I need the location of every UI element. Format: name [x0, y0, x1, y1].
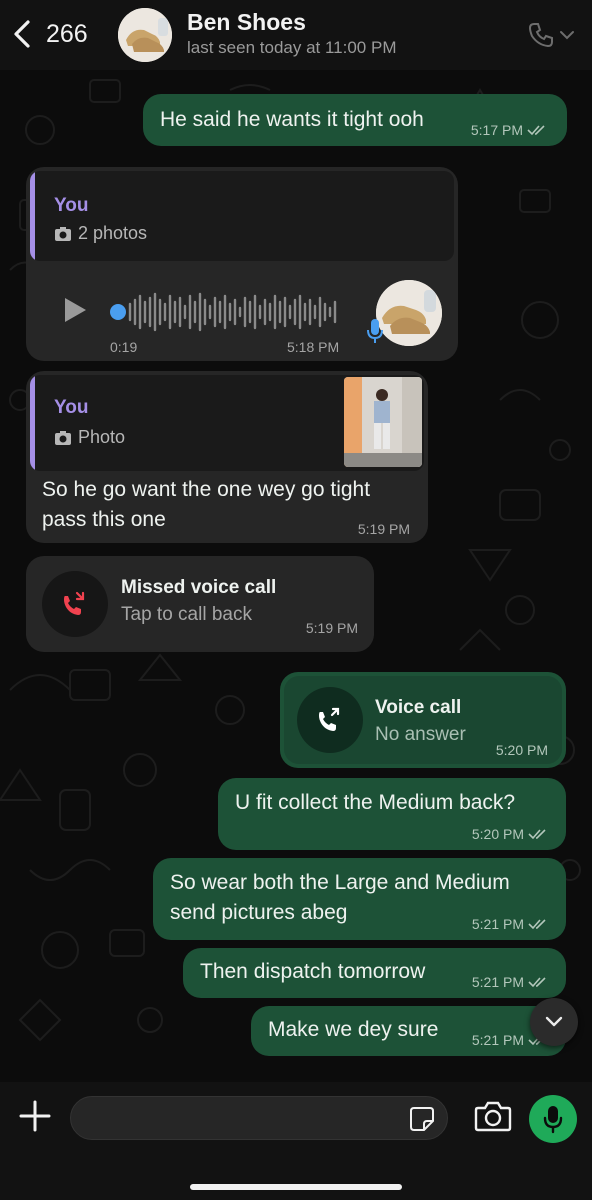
last-seen-status: last seen today at 11:00 PM — [187, 38, 397, 57]
chevron-down-icon[interactable] — [558, 27, 576, 43]
voice-record-button[interactable] — [529, 1095, 577, 1143]
message-text: He said he wants it tight ooh — [160, 108, 424, 131]
quote-author: You — [54, 195, 89, 216]
outgoing-call-bubble[interactable]: Voice call No answer 5:20 PM — [280, 672, 566, 768]
play-icon[interactable] — [62, 296, 88, 324]
outgoing-call-icon-circle — [297, 687, 363, 753]
message-bubble-outgoing[interactable]: Then dispatch tomorrow 5:21 PM — [183, 948, 566, 998]
camera-icon[interactable] — [474, 1099, 512, 1133]
call-subtitle: Tap to call back — [121, 604, 252, 625]
call-title: Missed voice call — [121, 577, 277, 598]
message-time: 5:19 PM — [305, 620, 358, 636]
message-meta: 5:21 PM — [472, 916, 548, 932]
microphone-icon — [367, 319, 383, 343]
message-time: 5:21 PM — [471, 1032, 524, 1048]
voice-sender-avatar — [376, 280, 442, 346]
quote-author: You — [54, 397, 89, 418]
sticker-icon[interactable] — [409, 1106, 435, 1132]
camera-icon — [55, 430, 71, 445]
message-text: Make we dey sure — [268, 1018, 439, 1041]
message-time: 5:21 PM — [471, 916, 524, 932]
voice-waveform[interactable] — [110, 292, 346, 332]
message-meta: 5:20 PM — [472, 826, 548, 842]
voice-duration: 0:19 — [110, 339, 138, 355]
read-ticks-icon — [528, 977, 546, 988]
call-subtitle: No answer — [375, 724, 466, 745]
message-text: U fit collect the Medium back? — [235, 791, 516, 814]
message-time: 5:17 PM — [470, 122, 523, 138]
message-time: 5:20 PM — [471, 826, 524, 842]
chevron-down-icon — [545, 1016, 563, 1027]
call-title: Voice call — [375, 697, 462, 718]
message-bubble-outgoing[interactable]: U fit collect the Medium back? 5:20 PM — [218, 778, 566, 850]
message-time: 5:18 PM — [287, 339, 340, 355]
back-button[interactable]: 266 — [10, 14, 120, 54]
quote-text: Photo — [78, 427, 126, 447]
message-bubble-outgoing[interactable]: He said he wants it tight ooh 5:17 PM — [143, 94, 567, 146]
message-meta: 5:17 PM — [471, 122, 547, 138]
reply-quote[interactable]: You 2 photos — [30, 171, 454, 261]
message-bubble-outgoing[interactable]: Make we dey sure 5:21 PM — [251, 1006, 566, 1056]
reply-quote[interactable]: You Photo — [30, 375, 424, 471]
chevron-left-icon — [14, 20, 30, 48]
read-ticks-icon — [527, 125, 545, 136]
phone-icon[interactable] — [526, 20, 556, 50]
message-time: 5:19 PM — [357, 521, 410, 537]
camera-icon — [55, 226, 71, 241]
message-composer — [0, 1082, 592, 1200]
scroll-to-bottom-button[interactable] — [530, 998, 578, 1046]
missed-call-icon-circle — [42, 571, 108, 637]
plus-icon[interactable] — [18, 1099, 52, 1133]
message-time: 5:21 PM — [471, 974, 524, 990]
quote-text: 2 photos — [78, 223, 148, 243]
home-indicator — [190, 1184, 402, 1190]
quote-accent-bar — [30, 171, 35, 261]
message-time: 5:20 PM — [495, 742, 548, 758]
message-bubble-incoming[interactable]: You Photo So he go want the one wey go t… — [26, 371, 428, 543]
message-meta: 5:21 PM — [472, 974, 548, 990]
message-text: Then dispatch tomorrow — [200, 960, 426, 983]
quote-content: 2 photos — [54, 223, 147, 244]
outgoing-call-icon — [319, 707, 340, 731]
quote-content: Photo — [54, 427, 125, 448]
microphone-icon — [543, 1106, 563, 1134]
message-bubble-outgoing[interactable]: So wear both the Large and Medium send p… — [153, 858, 566, 940]
unread-count: 266 — [46, 19, 88, 48]
read-ticks-icon — [528, 829, 546, 840]
message-input[interactable] — [71, 1097, 381, 1139]
missed-call-bubble[interactable]: Missed voice call Tap to call back 5:19 … — [26, 556, 374, 652]
contact-avatar[interactable] — [118, 8, 172, 62]
chat-header: 266 Ben Shoes last seen today at 11:00 P… — [0, 0, 592, 70]
message-bubble-incoming[interactable]: You 2 photos 0:19 5:18 PM — [26, 167, 458, 361]
chat-area[interactable]: He said he wants it tight ooh 5:17 PM Yo… — [0, 70, 592, 1082]
read-ticks-icon — [528, 919, 546, 930]
quote-accent-bar — [30, 375, 35, 471]
quoted-photo-thumbnail — [344, 377, 422, 467]
contact-name[interactable]: Ben Shoes — [187, 9, 306, 36]
message-input-field[interactable] — [70, 1096, 448, 1140]
missed-call-icon — [64, 591, 85, 615]
